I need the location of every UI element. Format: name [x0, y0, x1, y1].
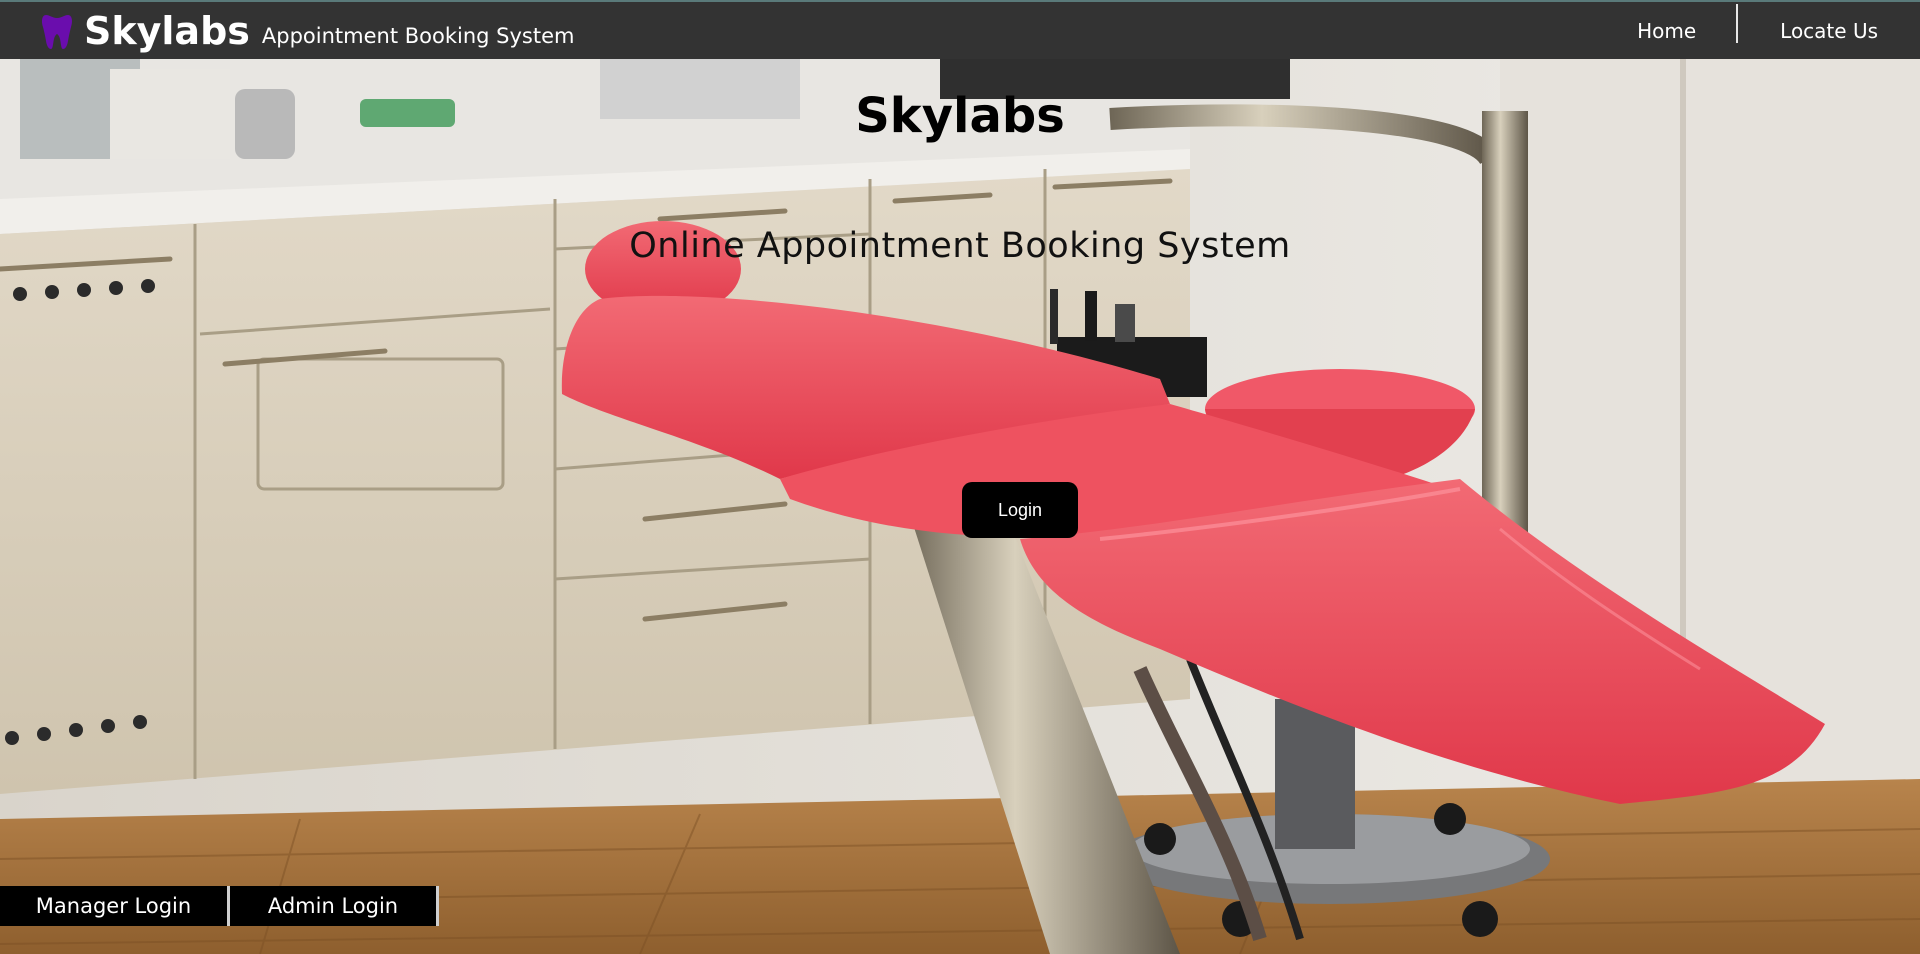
nav-locate-us-link[interactable]: Locate Us — [1738, 2, 1920, 59]
brand-subtitle: Appointment Booking System — [261, 24, 575, 48]
nav-links: Home Locate Us — [1597, 2, 1920, 59]
brand[interactable]: Skylabs Appointment Booking System — [40, 8, 574, 54]
brand-name: Skylabs — [84, 9, 250, 53]
top-navbar: Skylabs Appointment Booking System Home … — [0, 0, 1920, 59]
nav-home-link[interactable]: Home — [1597, 2, 1736, 59]
bottom-login-buttons: Manager Login Admin Login — [0, 886, 439, 926]
hero-title: Skylabs — [855, 88, 1065, 144]
hero-background — [0, 59, 1920, 954]
login-button[interactable]: Login — [962, 482, 1078, 538]
hero-subtitle: Online Appointment Booking System — [629, 226, 1291, 266]
dental-clinic-illustration — [0, 59, 1920, 954]
admin-login-button[interactable]: Admin Login — [230, 886, 439, 926]
manager-login-button[interactable]: Manager Login — [0, 886, 230, 926]
tooth-icon — [42, 15, 72, 49]
